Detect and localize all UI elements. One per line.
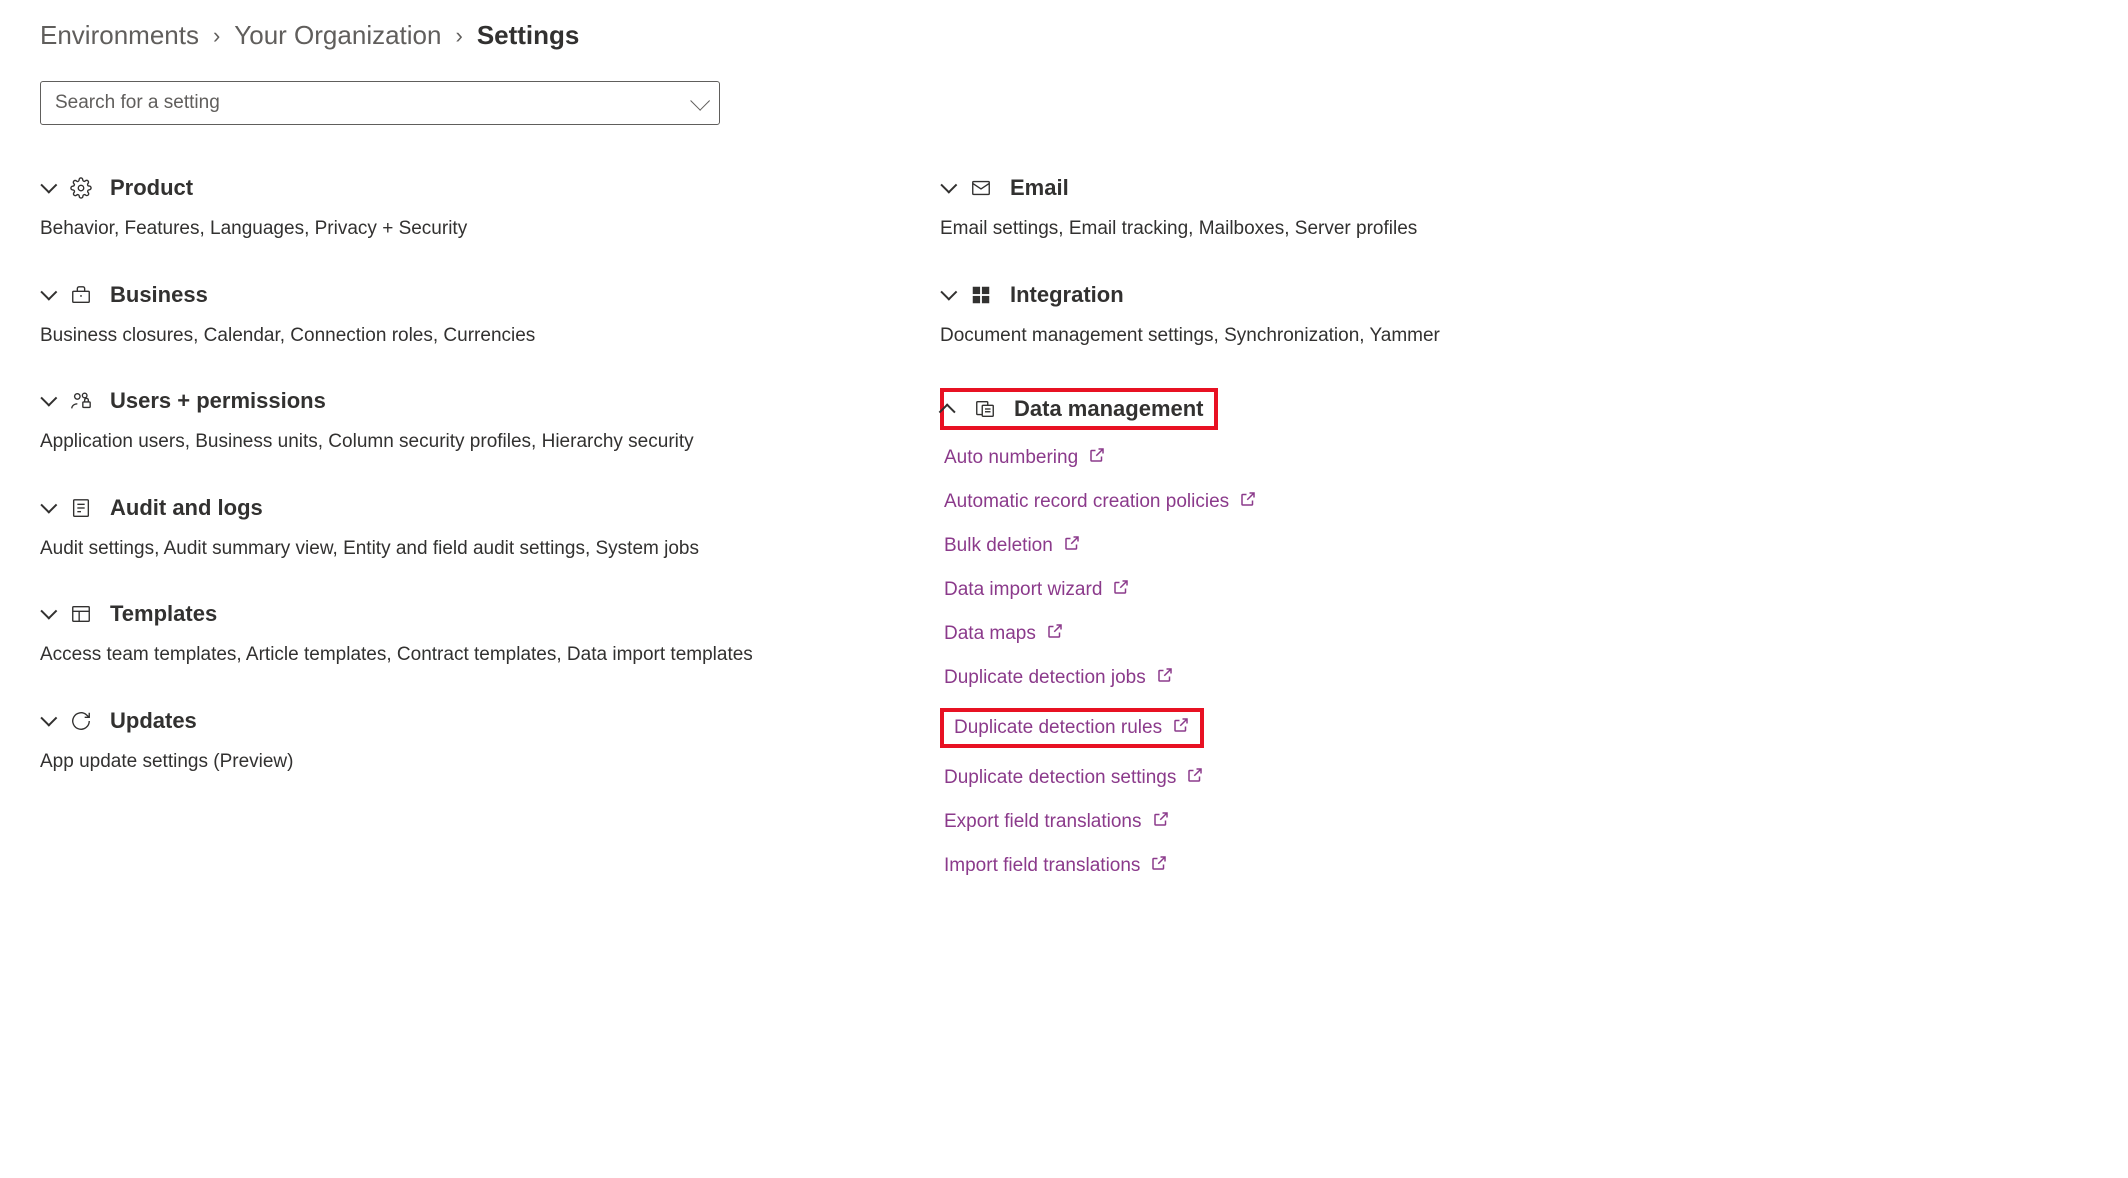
section-desc: Business closures, Calendar, Connection … [40, 322, 900, 351]
section-title: Audit and logs [110, 495, 263, 521]
briefcase-icon [70, 284, 92, 306]
external-link-icon [1239, 490, 1257, 514]
breadcrumb-current: Settings [477, 20, 580, 51]
external-link-icon [1156, 666, 1174, 690]
link-label: Duplicate detection rules [954, 717, 1162, 739]
link-bulk-deletion[interactable]: Bulk deletion [940, 532, 1085, 560]
chevron-down-icon [40, 603, 57, 620]
breadcrumb-organization[interactable]: Your Organization [234, 20, 441, 51]
link-label: Export field translations [944, 811, 1142, 833]
search-combobox[interactable] [40, 81, 720, 125]
link-label: Data import wizard [944, 579, 1102, 601]
section-data-management[interactable]: Data management [944, 396, 1204, 422]
data-management-links: Auto numbering Automatic record creation… [940, 444, 1800, 880]
external-link-icon [1063, 534, 1081, 558]
link-auto-numbering[interactable]: Auto numbering [940, 444, 1110, 472]
chevron-down-icon [940, 283, 957, 300]
external-link-icon [1150, 854, 1168, 878]
section-title: Email [1010, 175, 1069, 201]
section-desc: Document management settings, Synchroniz… [940, 322, 1800, 351]
section-title: Data management [1014, 396, 1204, 422]
chevron-right-icon: › [455, 23, 462, 49]
section-title: Product [110, 175, 193, 201]
chevron-up-icon [939, 403, 956, 420]
section-desc: Application users, Business units, Colum… [40, 428, 900, 457]
section-business[interactable]: Business [40, 282, 900, 308]
section-title: Business [110, 282, 208, 308]
external-link-icon [1088, 446, 1106, 470]
section-product[interactable]: Product [40, 175, 900, 201]
link-label: Duplicate detection settings [944, 767, 1176, 789]
section-integration[interactable]: Integration [940, 282, 1800, 308]
link-label: Import field translations [944, 855, 1140, 877]
section-desc: Behavior, Features, Languages, Privacy +… [40, 215, 900, 244]
section-updates[interactable]: Updates [40, 708, 900, 734]
settings-column-right: Email Email settings, Email tracking, Ma… [940, 175, 1800, 918]
gear-icon [70, 177, 92, 199]
section-audit-logs[interactable]: Audit and logs [40, 495, 900, 521]
breadcrumb-environments[interactable]: Environments [40, 20, 199, 51]
section-desc: App update settings (Preview) [40, 748, 900, 777]
link-data-maps[interactable]: Data maps [940, 620, 1068, 648]
link-label: Auto numbering [944, 447, 1078, 469]
section-templates[interactable]: Templates [40, 601, 900, 627]
section-users-permissions[interactable]: Users + permissions [40, 388, 900, 414]
section-title: Integration [1010, 282, 1124, 308]
external-link-icon [1046, 622, 1064, 646]
breadcrumb: Environments › Your Organization › Setti… [40, 20, 2088, 51]
link-data-import-wizard[interactable]: Data import wizard [940, 576, 1134, 604]
chevron-down-icon [690, 91, 710, 111]
link-duplicate-detection-settings[interactable]: Duplicate detection settings [940, 764, 1208, 792]
chevron-down-icon [40, 496, 57, 513]
windows-icon [970, 284, 992, 306]
link-duplicate-detection-rules[interactable]: Duplicate detection rules [950, 714, 1194, 742]
link-label: Data maps [944, 623, 1036, 645]
link-import-field-translations[interactable]: Import field translations [940, 852, 1172, 880]
chevron-right-icon: › [213, 23, 220, 49]
people-lock-icon [70, 390, 92, 412]
link-label: Bulk deletion [944, 535, 1053, 557]
section-title: Users + permissions [110, 388, 326, 414]
chevron-down-icon [40, 283, 57, 300]
section-desc: Email settings, Email tracking, Mailboxe… [940, 215, 1800, 244]
chevron-down-icon [40, 709, 57, 726]
link-auto-record-creation[interactable]: Automatic record creation policies [940, 488, 1261, 516]
external-link-icon [1112, 578, 1130, 602]
external-link-icon [1186, 766, 1204, 790]
link-duplicate-detection-jobs[interactable]: Duplicate detection jobs [940, 664, 1178, 692]
highlight-box: Data management [940, 388, 1218, 430]
database-icon [974, 398, 996, 420]
chevron-down-icon [40, 390, 57, 407]
refresh-icon [70, 710, 92, 732]
section-title: Updates [110, 708, 197, 734]
section-desc: Access team templates, Article templates… [40, 641, 900, 670]
list-icon [70, 497, 92, 519]
highlight-box: Duplicate detection rules [940, 708, 1204, 748]
link-export-field-translations[interactable]: Export field translations [940, 808, 1174, 836]
chevron-down-icon [940, 177, 957, 194]
section-desc: Audit settings, Audit summary view, Enti… [40, 535, 900, 564]
link-label: Duplicate detection jobs [944, 667, 1146, 689]
search-input[interactable] [55, 92, 691, 114]
section-email[interactable]: Email [940, 175, 1800, 201]
chevron-down-icon [40, 177, 57, 194]
settings-column-left: Product Behavior, Features, Languages, P… [40, 175, 900, 918]
link-label: Automatic record creation policies [944, 491, 1229, 513]
section-title: Templates [110, 601, 217, 627]
mail-icon [970, 177, 992, 199]
template-icon [70, 603, 92, 625]
external-link-icon [1152, 810, 1170, 834]
external-link-icon [1172, 716, 1190, 740]
